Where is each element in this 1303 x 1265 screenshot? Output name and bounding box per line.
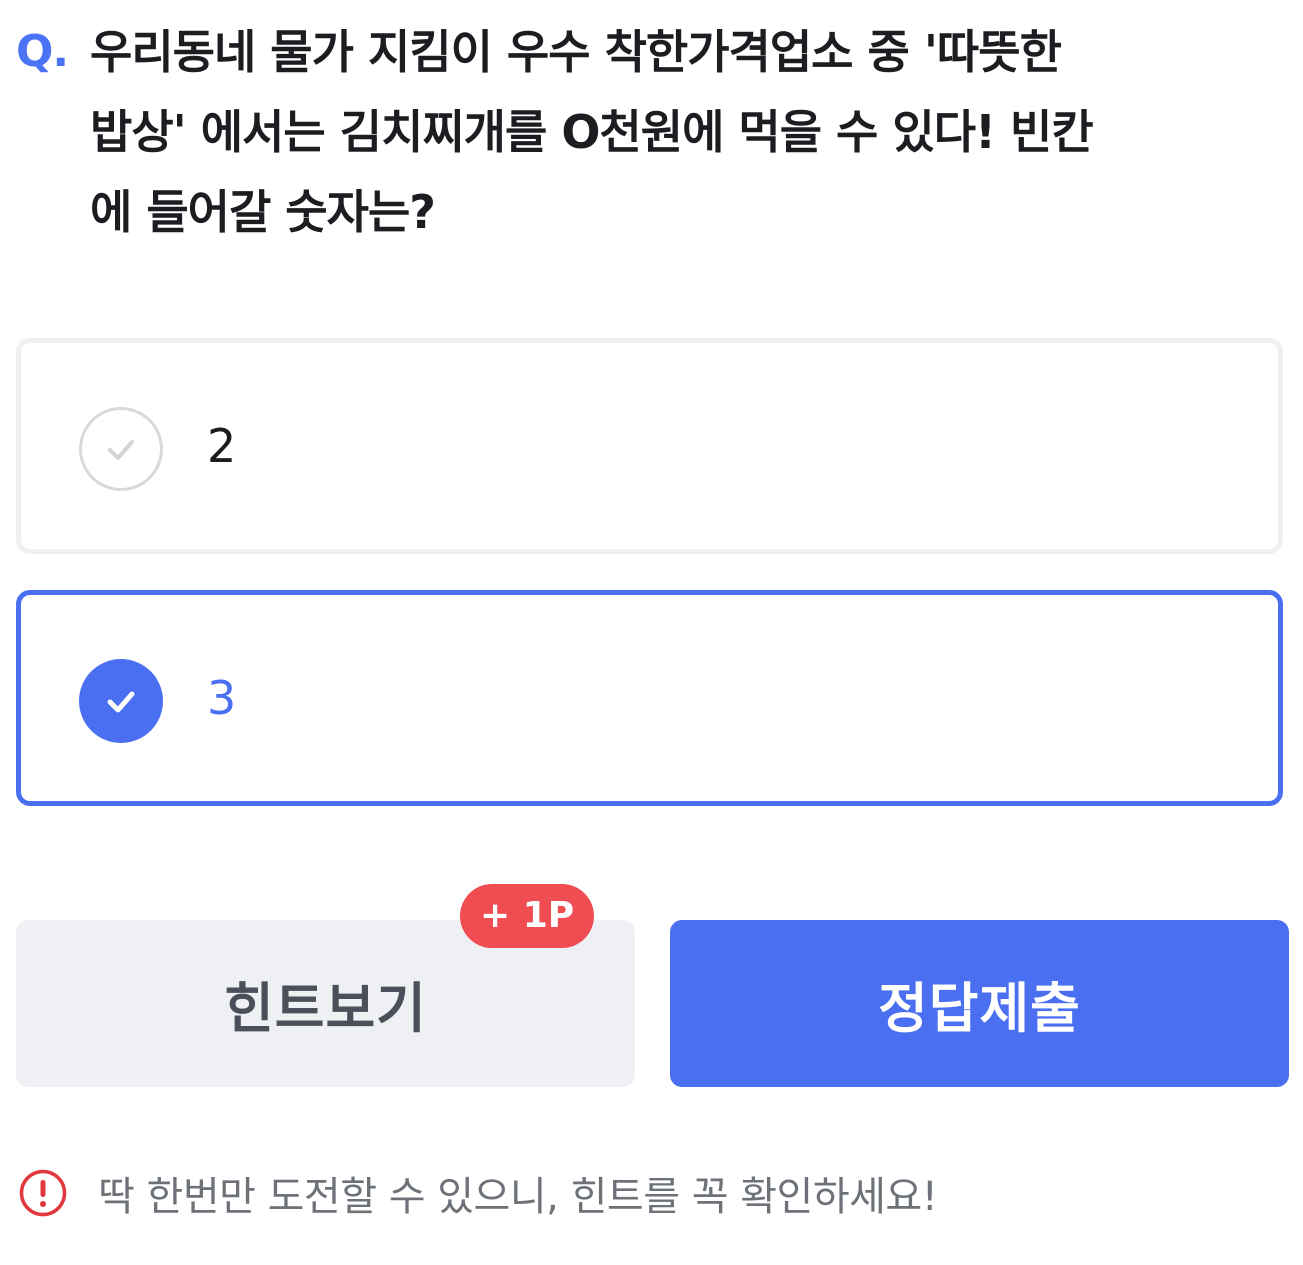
option-label: 3 — [207, 671, 237, 725]
check-circle-icon[interactable] — [79, 407, 163, 491]
question: Q. 우리동네 물가 지킴이 우수 착한가격업소 중 '따뜻한 밥상' 에서는 … — [16, 12, 1291, 252]
answer-option-2[interactable]: 3 — [16, 590, 1283, 806]
notice: 딱 한번만 도전할 수 있으니, 힌트를 꼭 확인하세요! — [18, 1164, 938, 1222]
submit-answer-button[interactable]: 정답제출 — [670, 920, 1289, 1087]
notice-text: 딱 한번만 도전할 수 있으니, 힌트를 꼭 확인하세요! — [98, 1174, 938, 1220]
question-prefix: Q. — [16, 26, 69, 77]
check-circle-icon[interactable] — [79, 659, 163, 743]
hint-point-badge: + 1P — [460, 884, 595, 948]
question-text: 우리동네 물가 지킴이 우수 착한가격업소 중 '따뜻한 밥상' 에서는 김치찌… — [90, 25, 1094, 239]
option-label: 2 — [207, 419, 237, 473]
answer-option-1[interactable]: 2 — [16, 338, 1283, 554]
exclamation-circle-icon — [19, 1169, 67, 1217]
